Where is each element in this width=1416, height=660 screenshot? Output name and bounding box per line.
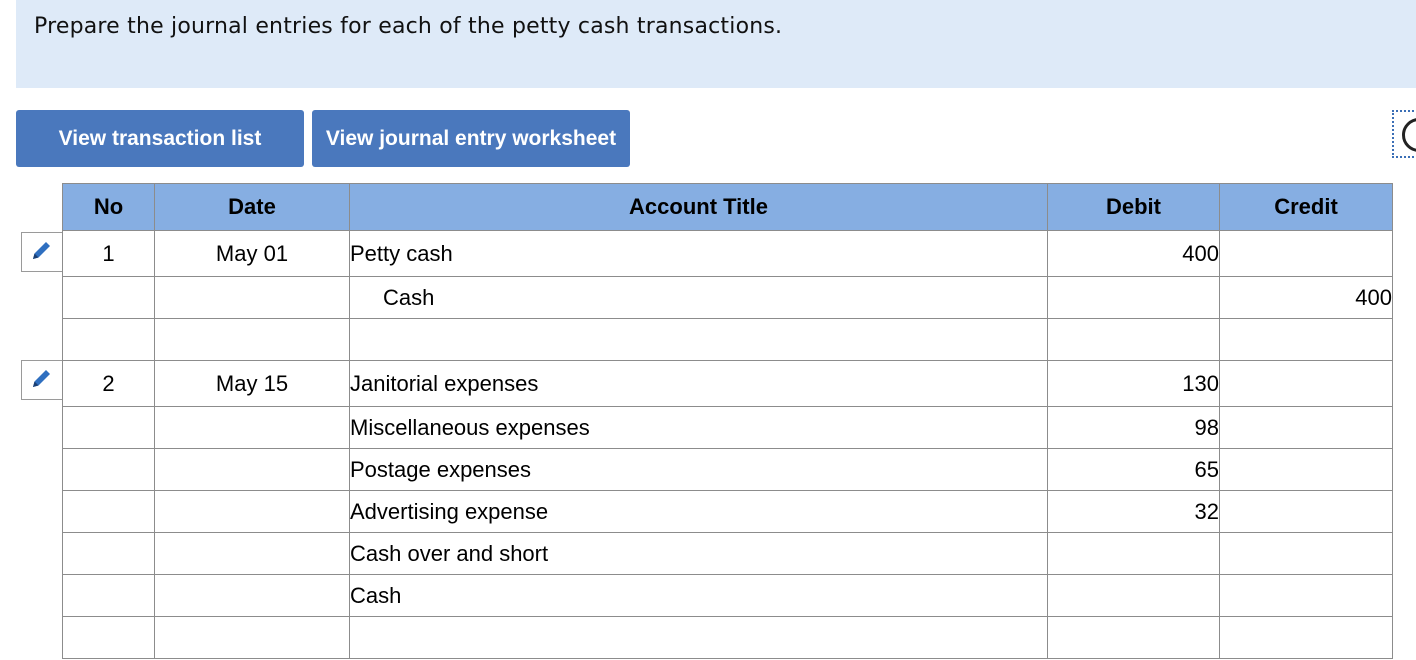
header-account-title: Account Title [349,183,1048,231]
cell-debit: 130 [1047,360,1220,407]
cell-no [62,490,155,533]
corner-focus-box[interactable] [1392,110,1416,158]
instructions-panel: Prepare the journal entries for each of … [16,0,1416,88]
cell-account: Cash [349,574,1048,617]
pencil-icon [30,238,54,267]
cell-no [62,276,155,319]
cell-no: 1 [62,230,155,277]
view-transaction-list-button[interactable]: View transaction list [16,110,304,167]
cell-credit: 400 [1219,276,1393,319]
table-row [62,318,1393,361]
cell-credit [1219,616,1393,659]
cell-date: May 01 [154,230,350,277]
cell-credit [1219,448,1393,491]
cell-no [62,574,155,617]
cell-account: Advertising expense [349,490,1048,533]
header-no: No [62,183,155,231]
cell-no [62,318,155,361]
cell-credit [1219,490,1393,533]
instructions-text: Prepare the journal entries for each of … [34,14,783,39]
cell-debit: 98 [1047,406,1220,449]
table-row: 2 May 15 Janitorial expenses 130 [62,360,1393,407]
cell-date [154,574,350,617]
cell-account [349,616,1048,659]
cell-debit [1047,574,1220,617]
cell-credit [1219,230,1393,277]
header-debit: Debit [1047,183,1220,231]
cell-account: Cash [349,276,1048,319]
cell-date [154,276,350,319]
cell-no [62,616,155,659]
table-row: Cash [62,574,1393,617]
cell-account: Janitorial expenses [349,360,1048,407]
cell-account: Cash over and short [349,532,1048,575]
cell-account: Petty cash [349,230,1048,277]
cell-credit [1219,574,1393,617]
table-row: Miscellaneous expenses 98 [62,406,1393,449]
cell-credit [1219,532,1393,575]
cell-no [62,532,155,575]
table-row: Cash over and short [62,532,1393,575]
cell-debit [1047,532,1220,575]
cell-date [154,406,350,449]
pencil-icon [30,366,54,395]
cell-debit: 400 [1047,230,1220,277]
table-row: 1 May 01 Petty cash 400 [62,230,1393,277]
cell-date [154,318,350,361]
cell-date [154,616,350,659]
table-row: Cash 400 [62,276,1393,319]
view-journal-entry-worksheet-button[interactable]: View journal entry worksheet [312,110,630,167]
cell-no [62,406,155,449]
circle-icon [1402,118,1416,152]
edit-entry-1-button[interactable] [21,232,63,272]
header-date: Date [154,183,350,231]
cell-no: 2 [62,360,155,407]
cell-credit [1219,318,1393,361]
cell-date [154,532,350,575]
table-row [62,616,1393,659]
cell-account: Miscellaneous expenses [349,406,1048,449]
journal-entry-table: No Date Account Title Debit Credit 1 May… [62,183,1393,659]
cell-date [154,448,350,491]
edit-entry-2-button[interactable] [21,360,63,400]
table-row: Postage expenses 65 [62,448,1393,491]
cell-debit [1047,616,1220,659]
cell-no [62,448,155,491]
cell-account: Postage expenses [349,448,1048,491]
cell-debit: 65 [1047,448,1220,491]
table-header-row: No Date Account Title Debit Credit [62,183,1393,231]
cell-debit [1047,318,1220,361]
header-credit: Credit [1219,183,1393,231]
cell-account [349,318,1048,361]
cell-debit [1047,276,1220,319]
cell-credit [1219,406,1393,449]
table-row: Advertising expense 32 [62,490,1393,533]
cell-date: May 15 [154,360,350,407]
cell-debit: 32 [1047,490,1220,533]
cell-credit [1219,360,1393,407]
cell-date [154,490,350,533]
